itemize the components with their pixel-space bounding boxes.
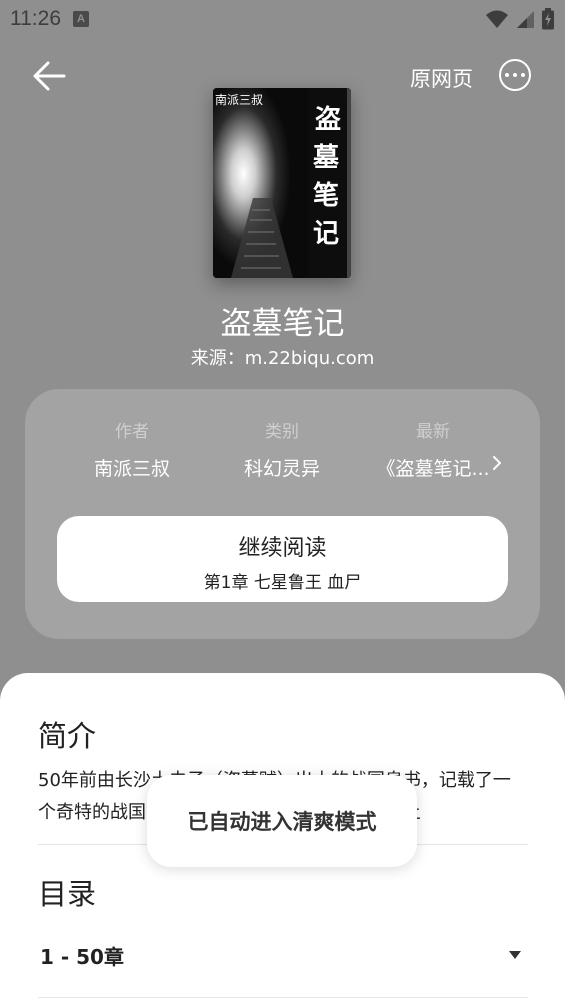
continue-reading-button[interactable]: 继续阅读 第1章 七星鲁王 血尸 [57, 516, 508, 602]
divider [38, 997, 528, 998]
svg-text:盗: 盗 [315, 104, 341, 135]
continue-reading-chapter: 第1章 七星鲁王 血尸 [203, 573, 362, 593]
latest-label: 最新 [416, 422, 450, 442]
cover-author-text: 南派三叔 [215, 92, 263, 107]
original-page-link[interactable]: 原网页 [410, 63, 473, 93]
book-cover[interactable]: 南派三叔 盗 墓 笔 记 [213, 88, 351, 278]
intro-title: 简介 [38, 719, 97, 753]
book-cover-image: 南派三叔 盗 墓 笔 记 [213, 88, 351, 278]
latest-value[interactable]: 《盗墓笔记... [358, 454, 508, 481]
notification-icon: A [73, 11, 89, 27]
signal-icon [517, 11, 534, 28]
author-label: 作者 [115, 422, 149, 442]
book-title: 盗墓笔记 [220, 306, 345, 342]
category-value: 科幻灵异 [243, 458, 320, 480]
more-button[interactable] [499, 59, 531, 91]
caret-down-icon[interactable] [509, 951, 521, 959]
svg-text:记: 记 [313, 219, 339, 249]
more-horizontal-icon [505, 73, 509, 77]
latest-column[interactable]: 最新 《盗墓笔记... [358, 417, 508, 481]
svg-text:笔: 笔 [313, 180, 339, 211]
battery-charging-icon [542, 8, 554, 30]
chevron-right-icon[interactable] [490, 454, 504, 472]
continue-reading-label: 继续阅读 [238, 536, 327, 561]
book-source: 来源：m.22biqu.com [190, 348, 375, 369]
svg-text:墓: 墓 [312, 143, 340, 173]
toc-title: 目录 [38, 877, 97, 911]
category-label: 类别 [265, 422, 299, 442]
status-icons [485, 8, 555, 30]
status-time: 11:26 [10, 7, 61, 30]
arrow-left-icon [33, 61, 66, 91]
back-button[interactable] [30, 58, 70, 94]
book-info-card: 作者 南派三叔 类别 科幻灵异 最新 《盗墓笔记... 继续阅读 第1章 七星鲁… [25, 389, 540, 639]
status-bar: 11:26 A [0, 0, 565, 38]
author-value: 南派三叔 [93, 458, 170, 480]
wifi-icon [486, 10, 508, 28]
author-column: 作者 南派三叔 [57, 417, 207, 481]
category-column: 类别 科幻灵异 [207, 417, 357, 481]
chapter-range-select[interactable]: 1 - 50章 [40, 941, 124, 970]
toast-message: 已自动进入清爽模式 [147, 775, 417, 867]
